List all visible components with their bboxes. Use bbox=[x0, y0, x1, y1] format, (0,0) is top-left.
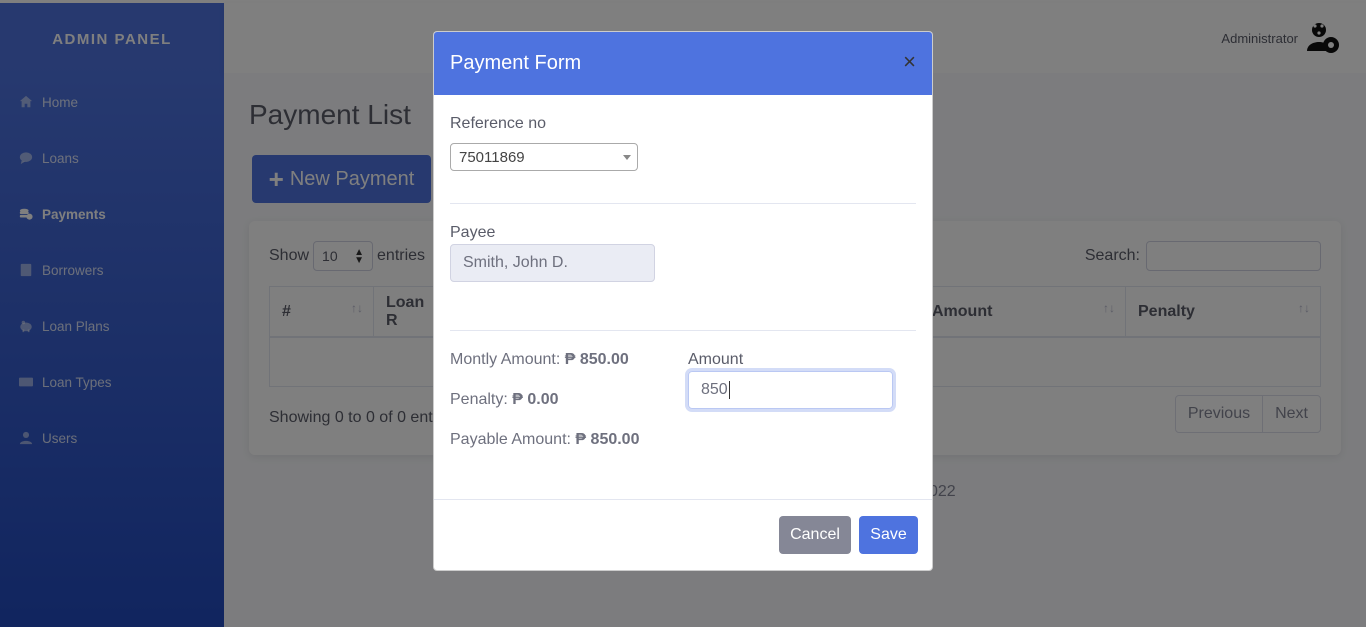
divider bbox=[450, 330, 916, 331]
cancel-button[interactable]: Cancel bbox=[779, 516, 851, 554]
amount-input[interactable]: 850 bbox=[688, 371, 893, 409]
monthly-amount: Montly Amount: ₱ 850.00 bbox=[450, 351, 629, 369]
penalty-label: Penalty: bbox=[450, 391, 508, 408]
monthly-label: Montly Amount: bbox=[450, 351, 561, 368]
amount-value: 850 bbox=[701, 381, 728, 398]
divider bbox=[450, 203, 916, 204]
reference-value: 75011869 bbox=[459, 148, 525, 166]
caret-down-icon bbox=[623, 155, 631, 160]
amount-label: Amount bbox=[688, 351, 744, 368]
payee-field: Smith, John D. bbox=[450, 244, 655, 282]
payee-label: Payee bbox=[450, 224, 496, 241]
modal-footer: Cancel Save bbox=[434, 499, 932, 570]
modal-header: Payment Form × bbox=[434, 32, 932, 95]
penalty-amount: Penalty: ₱ 0.00 bbox=[450, 391, 559, 409]
monthly-value: ₱ 850.00 bbox=[564, 351, 629, 368]
penalty-value: ₱ 0.00 bbox=[512, 391, 559, 408]
reference-select[interactable]: 75011869 bbox=[450, 143, 638, 171]
payable-value: ₱ 850.00 bbox=[575, 431, 640, 448]
modal-title: Payment Form bbox=[450, 52, 582, 74]
save-button[interactable]: Save bbox=[859, 516, 918, 554]
reference-label: Reference no bbox=[450, 115, 547, 132]
payee-value: Smith, John D. bbox=[463, 254, 568, 271]
text-cursor bbox=[728, 381, 730, 399]
payable-label: Payable Amount: bbox=[450, 431, 571, 448]
payment-form-modal: Payment Form × Reference no 75011869 Pay… bbox=[433, 31, 933, 571]
payable-amount: Payable Amount: ₱ 850.00 bbox=[450, 431, 639, 449]
close-icon[interactable]: × bbox=[903, 51, 916, 73]
